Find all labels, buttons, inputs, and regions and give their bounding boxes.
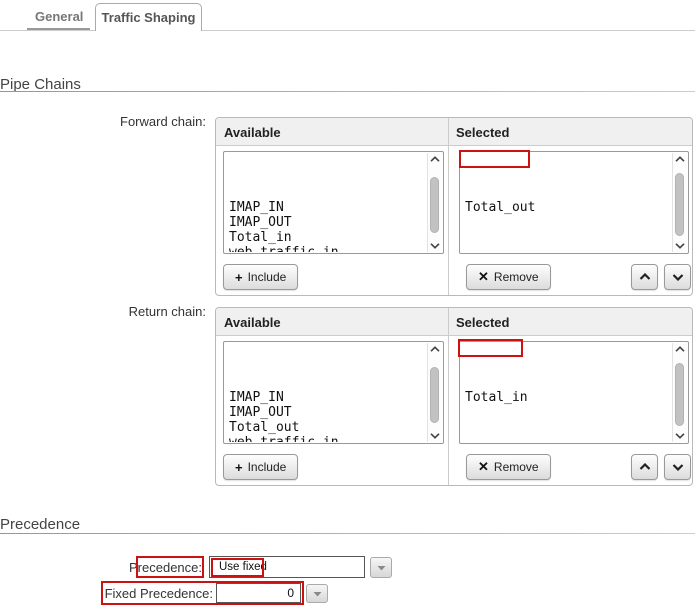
return-available-listbox[interactable]: IMAP_INIMAP_OUTTotal_outweb_traffic_inwe… — [223, 341, 444, 444]
return-chain-label: Return chain: — [90, 304, 206, 319]
forward-selected-options: Total_out — [461, 153, 672, 252]
forward-move-down-button[interactable] — [664, 264, 691, 290]
chevron-up-icon — [639, 463, 651, 471]
available-column-header: Available — [224, 125, 281, 140]
scrollbar[interactable] — [672, 153, 687, 252]
forward-panel-header — [216, 118, 692, 146]
list-option[interactable]: Total_in — [465, 390, 668, 405]
scroll-down-icon[interactable] — [675, 242, 685, 249]
chevron-down-icon — [672, 463, 684, 471]
forward-include-button[interactable]: + Include — [223, 264, 298, 290]
scrollbar-thumb[interactable] — [430, 367, 439, 423]
return-selected-listbox[interactable]: Total_in — [459, 341, 689, 444]
list-option[interactable]: Total_out — [465, 200, 668, 215]
dropdown-arrow-icon — [313, 591, 322, 597]
precedence-label: Precedence: — [80, 560, 202, 575]
plus-icon: + — [235, 460, 243, 475]
list-option[interactable]: web_traffic_in — [229, 435, 423, 442]
scrollbar-thumb[interactable] — [430, 177, 439, 233]
available-column-header: Available — [224, 315, 281, 330]
return-selected-options: Total_in — [461, 343, 672, 442]
plus-icon: + — [235, 270, 243, 285]
column-divider — [448, 308, 449, 485]
list-option[interactable]: IMAP_IN — [229, 200, 423, 215]
scrollbar-thumb[interactable] — [675, 173, 684, 236]
column-divider — [448, 118, 449, 295]
precedence-heading: Precedence — [0, 516, 80, 533]
scrollbar-thumb[interactable] — [675, 363, 684, 426]
forward-available-listbox[interactable]: IMAP_INIMAP_OUTTotal_inweb_traffic_inweb… — [223, 151, 444, 254]
precedence-rule — [0, 533, 695, 534]
forward-move-up-button[interactable] — [631, 264, 658, 290]
forward-chain-label: Forward chain: — [90, 114, 206, 129]
scroll-up-icon[interactable] — [675, 346, 685, 353]
return-move-down-button[interactable] — [664, 454, 691, 480]
fixed-precedence-label: Fixed Precedence: — [80, 586, 213, 601]
selected-column-header: Selected — [456, 125, 509, 140]
chevron-up-icon — [639, 273, 651, 281]
scroll-down-icon[interactable] — [430, 242, 440, 249]
precedence-selected-value: Use fixed — [219, 557, 267, 577]
cross-icon: ✕ — [478, 459, 489, 475]
return-panel-header — [216, 308, 692, 336]
return-available-options: IMAP_INIMAP_OUTTotal_outweb_traffic_inwe… — [225, 343, 427, 442]
chevron-down-icon — [672, 273, 684, 281]
scroll-up-icon[interactable] — [430, 346, 440, 353]
list-option[interactable]: IMAP_IN — [229, 390, 423, 405]
tab-general[interactable]: General — [35, 9, 83, 24]
list-option[interactable]: Total_out — [229, 420, 423, 435]
include-button-label: Include — [248, 270, 287, 284]
return-chain-panel: Available Selected IMAP_INIMAP_OUTTotal_… — [215, 307, 693, 486]
scroll-up-icon[interactable] — [675, 156, 685, 163]
remove-button-label: Remove — [494, 460, 539, 474]
scrollbar[interactable] — [427, 343, 442, 442]
tab-general-active-underline — [27, 28, 90, 30]
include-button-label: Include — [248, 460, 287, 474]
precedence-dropdown-button[interactable] — [370, 557, 392, 578]
selected-column-header: Selected — [456, 315, 509, 330]
forward-chain-panel: Available Selected IMAP_INIMAP_OUTTotal_… — [215, 117, 693, 296]
fixed-precedence-spinner-button[interactable] — [306, 584, 328, 603]
list-option[interactable]: IMAP_OUT — [229, 405, 423, 420]
return-remove-button[interactable]: ✕ Remove — [466, 454, 551, 480]
scroll-up-icon[interactable] — [430, 156, 440, 163]
return-include-button[interactable]: + Include — [223, 454, 298, 480]
remove-button-label: Remove — [494, 270, 539, 284]
scrollbar[interactable] — [427, 153, 442, 252]
scroll-down-icon[interactable] — [675, 432, 685, 439]
forward-remove-button[interactable]: ✕ Remove — [466, 264, 551, 290]
tab-bar: General Traffic Shaping — [0, 0, 695, 31]
list-option[interactable]: IMAP_OUT — [229, 215, 423, 230]
precedence-select[interactable]: Use fixed — [209, 556, 365, 578]
scrollbar[interactable] — [672, 343, 687, 442]
tab-traffic-shaping[interactable]: Traffic Shaping — [95, 3, 202, 31]
return-move-up-button[interactable] — [631, 454, 658, 480]
dropdown-arrow-icon — [377, 565, 386, 571]
list-option[interactable]: web_traffic_in — [229, 245, 423, 252]
pipe-chains-rule — [0, 91, 695, 92]
list-option[interactable]: Total_in — [229, 230, 423, 245]
fixed-precedence-input[interactable]: 0 — [216, 583, 301, 603]
forward-selected-listbox[interactable]: Total_out — [459, 151, 689, 254]
cross-icon: ✕ — [478, 269, 489, 285]
scroll-down-icon[interactable] — [430, 432, 440, 439]
forward-available-options: IMAP_INIMAP_OUTTotal_inweb_traffic_inweb… — [225, 153, 427, 252]
